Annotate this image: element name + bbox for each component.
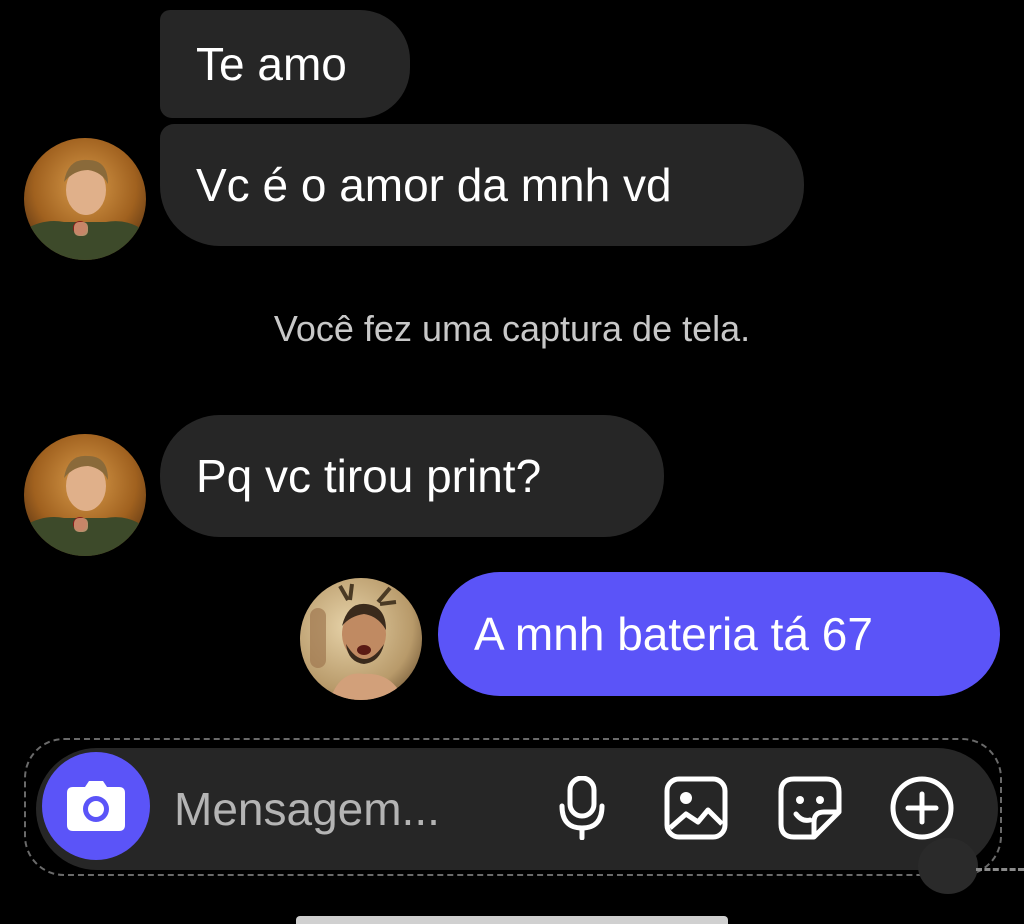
- message-bubble-received[interactable]: Te amo: [160, 10, 410, 118]
- sticker-icon: [778, 776, 842, 840]
- more-options-button[interactable]: [886, 772, 958, 844]
- message-input[interactable]: [172, 770, 536, 848]
- message-text: A mnh bateria tá 67: [474, 608, 873, 660]
- message-bubble-received[interactable]: Pq vc tirou print?: [160, 415, 664, 537]
- sticker-button[interactable]: [774, 772, 846, 844]
- microphone-icon: [559, 776, 605, 840]
- message-text: Te amo: [196, 38, 347, 90]
- screenshot-notice: Você fez uma captura de tela.: [273, 308, 751, 349]
- camera-button[interactable]: [42, 752, 150, 860]
- avatar[interactable]: [24, 434, 146, 556]
- gallery-button[interactable]: [660, 772, 732, 844]
- camera-icon: [67, 781, 125, 831]
- message-text: Vc é o amor da mnh vd: [196, 159, 672, 211]
- message-bubble-sent[interactable]: A mnh bateria tá 67: [438, 572, 1000, 696]
- message-text: Pq vc tirou print?: [196, 450, 542, 502]
- microphone-button[interactable]: [546, 772, 618, 844]
- avatar-image: [24, 138, 146, 260]
- scroll-handle[interactable]: [918, 838, 978, 894]
- avatar-image: [300, 578, 422, 700]
- image-gallery-icon: [664, 776, 728, 840]
- plus-circle-icon: [890, 776, 954, 840]
- avatar[interactable]: [300, 578, 422, 700]
- home-indicator[interactable]: [296, 916, 728, 924]
- selection-dash: [976, 868, 1024, 871]
- avatar[interactable]: [24, 138, 146, 260]
- message-bubble-received[interactable]: Vc é o amor da mnh vd: [160, 124, 804, 246]
- avatar-image: [24, 434, 146, 556]
